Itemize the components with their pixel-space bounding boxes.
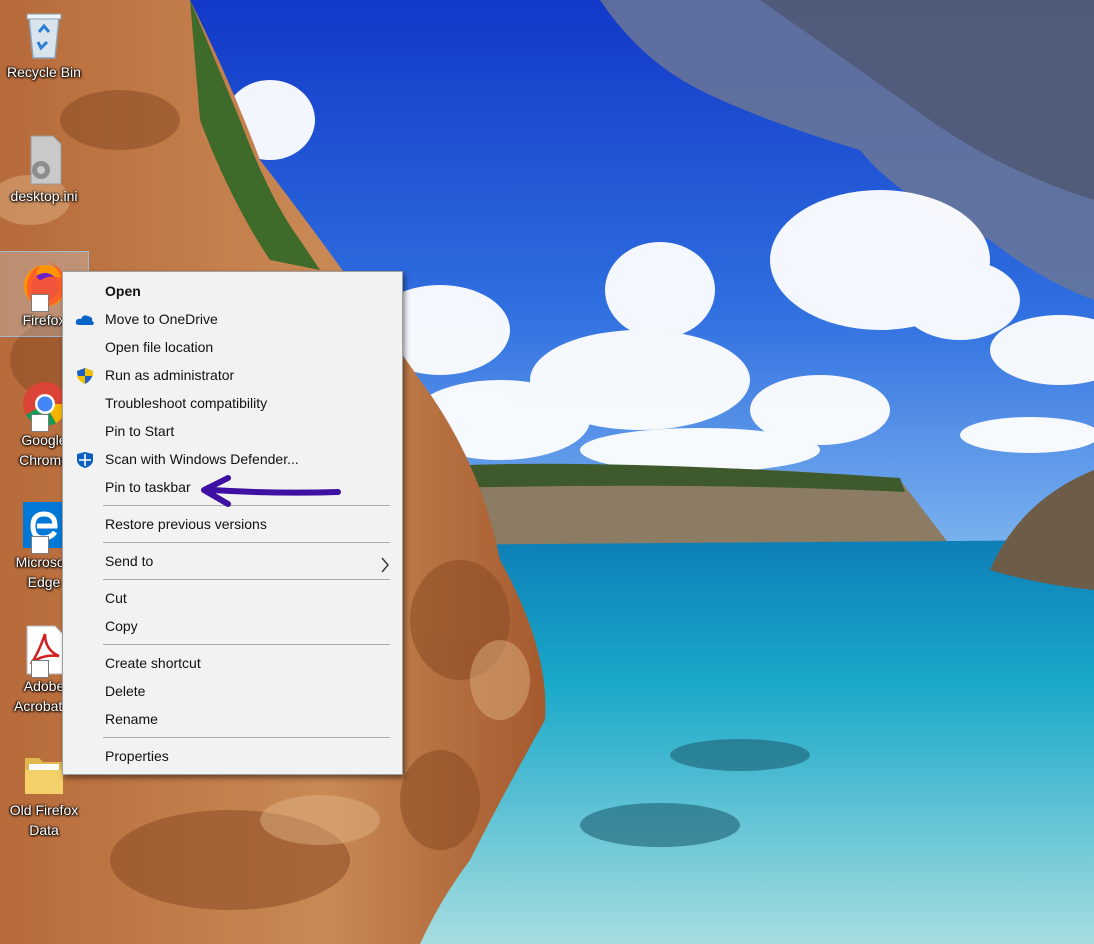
menu-item-delete[interactable]: Delete	[63, 677, 402, 705]
menu-item-send-to[interactable]: Send to	[63, 547, 402, 575]
menu-item-open-file-location[interactable]: Open file location	[63, 333, 402, 361]
chevron-right-icon	[380, 554, 390, 573]
menu-item-pin-to-start[interactable]: Pin to Start	[63, 417, 402, 445]
menu-item-open[interactable]: Open	[63, 277, 402, 305]
settings-file-icon	[17, 132, 71, 186]
shortcut-arrow-icon	[31, 294, 49, 312]
menu-item-label: Scan with Windows Defender...	[105, 451, 299, 467]
menu-separator	[103, 579, 390, 580]
menu-item-label: Properties	[105, 748, 169, 764]
menu-item-label: Troubleshoot compatibility	[105, 395, 268, 411]
menu-item-label: Run as administrator	[105, 367, 235, 383]
menu-item-label: Open	[105, 283, 141, 299]
menu-item-label: Move to OneDrive	[105, 311, 218, 327]
menu-item-label: Open file location	[105, 339, 214, 355]
annotation-arrow-icon	[201, 475, 341, 507]
defender-shield-icon	[75, 450, 95, 468]
menu-item-label: Delete	[105, 683, 146, 699]
menu-item-copy[interactable]: Copy	[63, 612, 402, 640]
desktop: Recycle Bin desktop.ini Firefox Google C…	[0, 0, 1094, 944]
shortcut-arrow-icon	[31, 660, 49, 678]
menu-item-label: Rename	[105, 711, 158, 727]
menu-separator	[103, 737, 390, 738]
menu-item-create-shortcut[interactable]: Create shortcut	[63, 649, 402, 677]
menu-item-restore-previous-versions[interactable]: Restore previous versions	[63, 510, 402, 538]
menu-item-cut[interactable]: Cut	[63, 584, 402, 612]
menu-item-scan-with-defender[interactable]: Scan with Windows Defender...	[63, 445, 402, 473]
menu-item-label: Send to	[105, 553, 154, 569]
desktop-icon-recycle-bin[interactable]: Recycle Bin	[0, 4, 88, 82]
menu-item-label: Restore previous versions	[105, 516, 267, 532]
context-menu: Open Move to OneDrive Open file location…	[62, 271, 403, 775]
onedrive-icon	[75, 310, 95, 328]
menu-separator	[103, 542, 390, 543]
desktop-icon-label: Recycle Bin	[7, 64, 81, 80]
uac-shield-icon	[75, 366, 95, 384]
menu-item-label: Copy	[105, 618, 138, 634]
menu-separator	[103, 644, 390, 645]
recycle-bin-icon	[17, 8, 71, 62]
shortcut-arrow-icon	[31, 536, 49, 554]
menu-item-properties[interactable]: Properties	[63, 742, 402, 770]
menu-item-troubleshoot-compatibility[interactable]: Troubleshoot compatibility	[63, 389, 402, 417]
menu-item-label: Cut	[105, 590, 127, 606]
menu-item-run-as-administrator[interactable]: Run as administrator	[63, 361, 402, 389]
shortcut-arrow-icon	[31, 414, 49, 432]
desktop-icon-label: desktop.ini	[10, 188, 78, 204]
desktop-icon-desktop-ini[interactable]: desktop.ini	[0, 128, 88, 206]
menu-item-rename[interactable]: Rename	[63, 705, 402, 733]
menu-item-label: Pin to taskbar	[105, 479, 191, 495]
menu-item-label: Pin to Start	[105, 423, 175, 439]
menu-item-label: Create shortcut	[105, 655, 201, 671]
menu-item-move-to-onedrive[interactable]: Move to OneDrive	[63, 305, 402, 333]
desktop-icon-label: Old Firefox Data	[9, 802, 79, 838]
